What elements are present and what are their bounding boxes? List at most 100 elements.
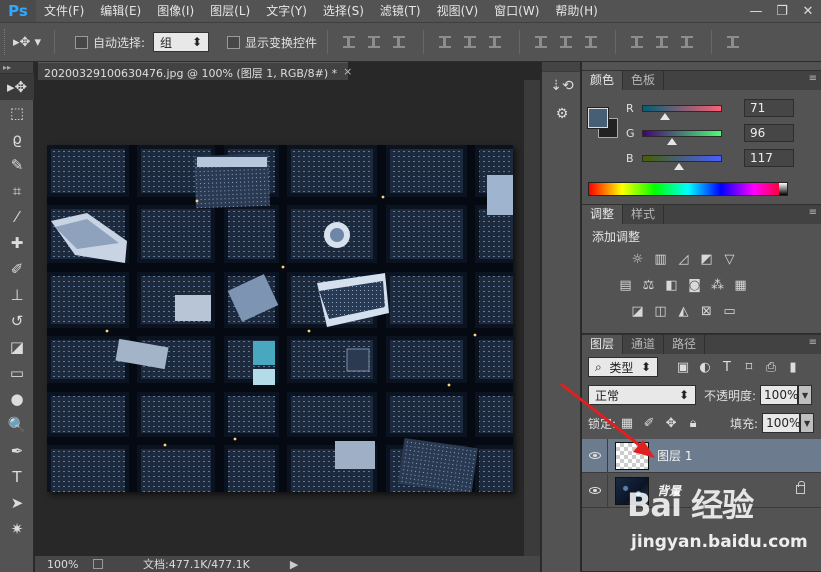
- status-share-icon[interactable]: [93, 559, 103, 569]
- opacity-input[interactable]: 100%: [760, 385, 798, 405]
- background-layer-name[interactable]: 背景: [657, 482, 681, 499]
- blur-tool-icon[interactable]: ●: [0, 386, 34, 412]
- green-value-input[interactable]: 96: [744, 124, 794, 142]
- minimize-button[interactable]: —: [743, 0, 769, 22]
- levels-icon[interactable]: ▥: [649, 248, 672, 270]
- filter-smart-object-icon[interactable]: ⎙: [760, 360, 782, 375]
- menu-window[interactable]: 窗口(W): [486, 0, 547, 22]
- threshold-icon[interactable]: ◭: [672, 300, 695, 322]
- document-tab[interactable]: 20200329100630476.jpg @ 100% (图层 1, RGB/…: [38, 62, 352, 80]
- document-vertical-scrollbar[interactable]: [524, 80, 540, 556]
- distribute-top-icon[interactable]: [530, 31, 552, 53]
- filter-adjustment-icon[interactable]: ◐: [694, 360, 716, 375]
- distribute-left-icon[interactable]: [626, 31, 648, 53]
- quick-select-tool-icon[interactable]: ✎: [0, 152, 34, 178]
- gradient-map-icon[interactable]: ▭: [718, 300, 741, 322]
- align-vcenter-icon[interactable]: [363, 31, 385, 53]
- tab-channels[interactable]: 通道: [623, 335, 665, 354]
- align-right-icon[interactable]: [484, 31, 506, 53]
- filter-toggle-icon[interactable]: ▮: [782, 360, 804, 375]
- panel-menu-icon[interactable]: ≡: [809, 207, 817, 218]
- lock-position-icon[interactable]: ✥: [660, 416, 682, 431]
- eyedropper-tool-icon[interactable]: ⁄: [0, 204, 34, 230]
- close-tab-icon[interactable]: ×: [343, 65, 352, 78]
- crop-tool-icon[interactable]: ⌗: [0, 178, 34, 204]
- color-lookup-icon[interactable]: ▦: [729, 274, 752, 296]
- tab-color[interactable]: 颜色: [582, 71, 624, 90]
- fill-dropdown-arrow-icon[interactable]: ▼: [800, 413, 815, 433]
- blue-value-input[interactable]: 117: [744, 149, 794, 167]
- menu-file[interactable]: 文件(F): [36, 0, 92, 22]
- fill-input[interactable]: 100%: [762, 413, 800, 433]
- menu-type[interactable]: 文字(Y): [258, 0, 315, 22]
- foreground-color-swatch[interactable]: [588, 108, 608, 128]
- hue-saturation-icon[interactable]: ▤: [614, 274, 637, 296]
- color-spectrum-ramp[interactable]: [588, 182, 788, 196]
- lock-image-pixels-icon[interactable]: ✐: [638, 416, 660, 431]
- distribute-hcenter-icon[interactable]: [651, 31, 673, 53]
- gradient-tool-icon[interactable]: ▭: [0, 360, 34, 386]
- path-select-tool-icon[interactable]: ➤: [0, 490, 34, 516]
- menu-view[interactable]: 视图(V): [429, 0, 487, 22]
- history-panel-icon[interactable]: ⇣⟲: [542, 72, 582, 100]
- tab-layers[interactable]: 图层: [582, 335, 624, 354]
- photo-filter-icon[interactable]: ◙: [683, 274, 706, 296]
- align-left-icon[interactable]: [434, 31, 456, 53]
- type-tool-icon[interactable]: T: [0, 464, 34, 490]
- dock-grip[interactable]: [542, 62, 580, 72]
- green-slider-thumb[interactable]: [667, 137, 678, 145]
- channel-mixer-icon[interactable]: ⁂: [706, 274, 729, 296]
- distribute-right-icon[interactable]: [676, 31, 698, 53]
- opacity-dropdown-arrow-icon[interactable]: ▼: [798, 385, 813, 405]
- filter-pixel-icon[interactable]: ▣: [672, 360, 694, 375]
- tools-panel-header[interactable]: ▸▸: [0, 62, 33, 74]
- red-slider[interactable]: [642, 104, 722, 120]
- blue-slider[interactable]: [642, 154, 722, 170]
- close-button[interactable]: ✕: [795, 0, 821, 22]
- pen-tool-icon[interactable]: ✒: [0, 438, 34, 464]
- red-value-input[interactable]: 71: [744, 99, 794, 117]
- move-tool-preset-icon[interactable]: ▸✥ ▾: [10, 31, 44, 53]
- shape-tool-icon[interactable]: ✷: [0, 516, 34, 542]
- clone-stamp-tool-icon[interactable]: ⊥: [0, 282, 34, 308]
- blue-slider-thumb[interactable]: [673, 162, 684, 170]
- dodge-tool-icon[interactable]: 🔍: [0, 412, 34, 438]
- tab-adjustments[interactable]: 调整: [582, 205, 624, 224]
- auto-select-checkbox[interactable]: [75, 35, 88, 49]
- filter-type-icon[interactable]: T: [716, 360, 738, 375]
- lock-all-icon[interactable]: 🔒︎: [682, 416, 704, 431]
- visibility-eye-icon[interactable]: [582, 438, 608, 473]
- auto-align-icon[interactable]: [722, 31, 744, 53]
- menu-filter[interactable]: 滤镜(T): [372, 0, 429, 22]
- menu-select[interactable]: 选择(S): [315, 0, 372, 22]
- black-white-icon[interactable]: ◧: [660, 274, 683, 296]
- menu-edit[interactable]: 编辑(E): [92, 0, 149, 22]
- layer-row-background[interactable]: 背景: [582, 473, 821, 508]
- layer1-name[interactable]: 图层 1: [657, 447, 692, 464]
- menu-layer[interactable]: 图层(L): [202, 0, 258, 22]
- status-menu-arrow-icon[interactable]: ▶: [290, 558, 298, 571]
- tab-swatches[interactable]: 色板: [623, 71, 665, 90]
- posterize-icon[interactable]: ◫: [649, 300, 672, 322]
- tab-paths[interactable]: 路径: [664, 335, 706, 354]
- distribute-vcenter-icon[interactable]: [555, 31, 577, 53]
- healing-brush-tool-icon[interactable]: ✚: [0, 230, 34, 256]
- visibility-eye-icon[interactable]: [582, 473, 608, 508]
- filter-shape-icon[interactable]: ⌑: [738, 360, 760, 375]
- layer-row-layer1[interactable]: 图层 1: [582, 438, 821, 473]
- lock-transparent-pixels-icon[interactable]: ▦: [616, 416, 638, 431]
- lasso-tool-icon[interactable]: ϱ: [0, 126, 34, 152]
- exposure-icon[interactable]: ◩: [695, 248, 718, 270]
- move-tool-icon[interactable]: ▸✥: [0, 74, 34, 100]
- layer1-thumbnail[interactable]: [615, 441, 649, 470]
- align-bottom-icon[interactable]: [388, 31, 410, 53]
- history-brush-tool-icon[interactable]: ↺: [0, 308, 34, 334]
- show-transform-checkbox[interactable]: [227, 35, 241, 49]
- panel-menu-icon[interactable]: ≡: [809, 337, 817, 348]
- invert-icon[interactable]: ◪: [626, 300, 649, 322]
- red-slider-thumb[interactable]: [659, 112, 670, 120]
- brightness-contrast-icon[interactable]: ☼: [626, 248, 649, 270]
- auto-select-dropdown[interactable]: 组 ⬍: [153, 32, 210, 52]
- tab-styles[interactable]: 样式: [623, 205, 665, 224]
- image-canvas[interactable]: [47, 145, 513, 492]
